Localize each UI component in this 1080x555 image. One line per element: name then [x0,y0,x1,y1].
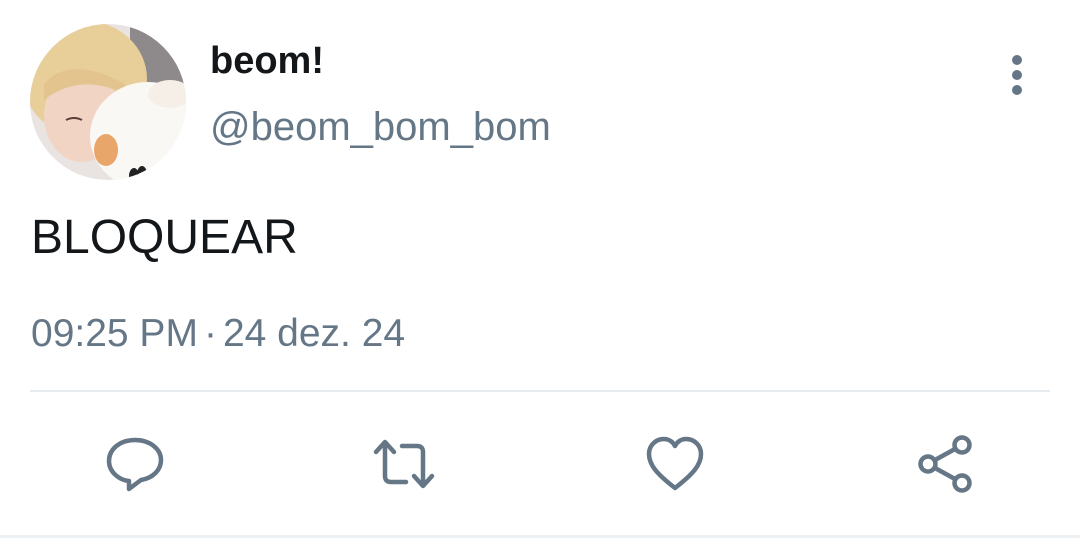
bottom-separator [0,535,1080,538]
reply-icon [106,437,164,492]
tweet-card: beom! @beom_bom_bom BLOQUEAR 09:25 PM · 24… [0,0,1080,555]
tweet-timestamp: 09:25 PM · 24 dez. 24 [31,310,405,358]
retweet-button[interactable] [372,432,436,496]
like-button[interactable] [643,432,707,496]
retweet-icon [373,439,435,489]
tweet-text: BLOQUEAR [31,211,298,264]
tweet-time: 09:25 PM [31,312,198,355]
more-vertical-icon[interactable] [1000,54,1034,98]
share-button[interactable] [914,432,978,496]
user-handle[interactable]: @beom_bom_bom [210,102,551,152]
avatar-image [30,24,186,180]
reply-button[interactable] [103,432,167,496]
meta-separator: · [203,312,217,355]
share-icon [918,435,972,493]
tweet-date: 24 dez. 24 [222,312,406,355]
divider [30,390,1050,392]
display-name[interactable]: beom! [210,38,324,84]
heart-icon [646,436,704,491]
avatar[interactable] [30,24,186,180]
